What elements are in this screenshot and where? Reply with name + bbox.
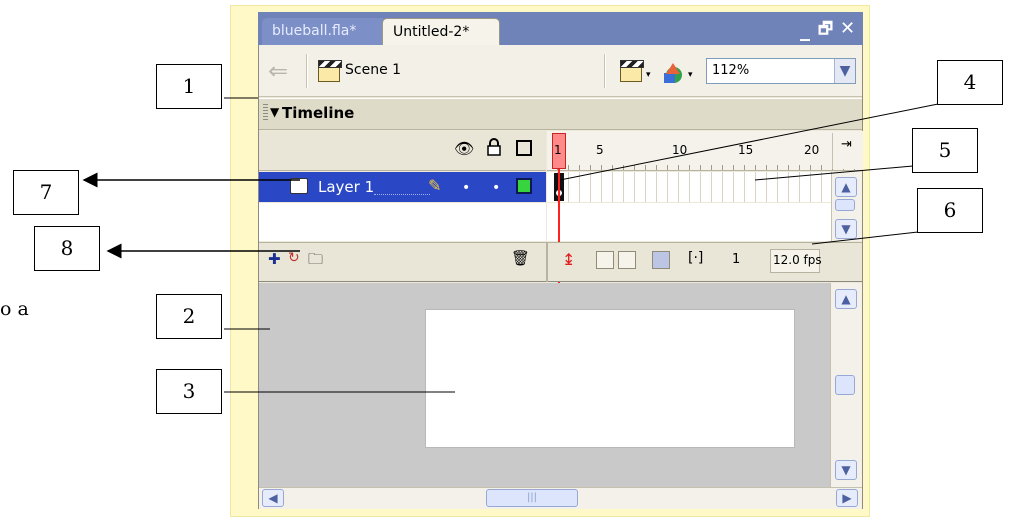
leader-6 [811, 231, 919, 245]
callout-8: 8 [34, 226, 100, 271]
callout-7: 7 [13, 170, 79, 215]
leader-5 [754, 165, 914, 181]
callout-3: 3 [156, 369, 222, 414]
callout-6: 6 [917, 188, 983, 233]
callout-leaders [82, 97, 939, 393]
callout-5: 5 [912, 128, 978, 173]
callout-4: 4 [937, 60, 1003, 105]
callout-2: 2 [156, 294, 222, 339]
callout-1: 1 [156, 64, 222, 109]
